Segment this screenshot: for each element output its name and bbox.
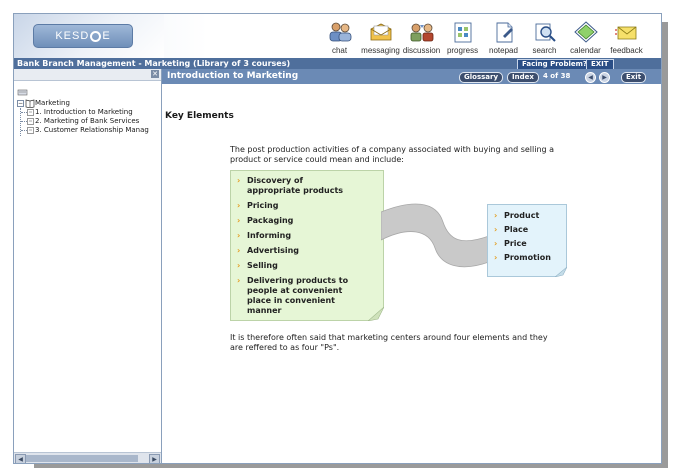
lesson-title: Introduction to Marketing bbox=[167, 71, 299, 81]
close-panel-icon[interactable]: ✕ bbox=[151, 70, 159, 78]
bullet-arrow-icon: › bbox=[237, 276, 241, 285]
scroll-left-arrow-icon[interactable]: ◀ bbox=[15, 454, 26, 463]
list-item-text: Discovery of bbox=[247, 176, 303, 185]
list-item-text: people at convenient bbox=[247, 286, 343, 295]
intro-paragraph: The post production activities of a comp… bbox=[230, 145, 554, 165]
bullet-arrow-icon: › bbox=[494, 239, 498, 248]
chat-label: chat bbox=[331, 46, 348, 55]
page-icon bbox=[27, 109, 34, 116]
flow-connector bbox=[381, 203, 489, 268]
feedback-button[interactable]: feedback bbox=[606, 14, 647, 58]
list-item-text: Advertising bbox=[247, 246, 299, 255]
feedback-icon bbox=[614, 26, 636, 40]
list-item-text: Informing bbox=[247, 231, 292, 240]
intro-line: product or service could mean and includ… bbox=[230, 155, 404, 164]
section-heading: Key Elements bbox=[165, 111, 234, 121]
tree-item-label: 1. Introduction to Marketing bbox=[35, 108, 133, 116]
search-label: search bbox=[532, 46, 557, 55]
page-indicator: 4 of 38 bbox=[543, 72, 571, 80]
conclusion-line: It is therefore often said that marketin… bbox=[230, 333, 548, 342]
previous-page-icon[interactable]: ◀ bbox=[585, 72, 596, 83]
feedback-label: feedback bbox=[610, 46, 643, 55]
page-curl-icon bbox=[368, 307, 384, 321]
bullet-arrow-icon: › bbox=[494, 253, 498, 262]
messaging-button[interactable]: messaging bbox=[360, 14, 401, 58]
list-item-text: Promotion bbox=[504, 253, 551, 262]
list-item-text: Price bbox=[504, 239, 527, 248]
tree-item-label: 3. Customer Relationship Manag bbox=[35, 126, 149, 134]
logo-area: KESD E bbox=[14, 14, 164, 58]
tree-item-label: 2. Marketing of Bank Services bbox=[35, 117, 140, 125]
list-item-text: Delivering products to bbox=[247, 276, 349, 285]
bullet-arrow-icon: › bbox=[494, 211, 498, 220]
glossary-button[interactable]: Glossary bbox=[459, 72, 504, 83]
list-item-text: Product bbox=[504, 211, 540, 220]
calendar-label: calendar bbox=[570, 46, 601, 55]
conclusion-paragraph: It is therefore often said that marketin… bbox=[230, 333, 548, 353]
content-exit-button[interactable]: Exit bbox=[621, 72, 647, 83]
scroll-right-arrow-icon[interactable]: ▶ bbox=[149, 454, 160, 463]
four-ps-note: › Product › Place › Price › Promotion bbox=[487, 204, 567, 277]
discussion-label: discussion bbox=[402, 46, 441, 55]
bullet-arrow-icon: › bbox=[494, 225, 498, 234]
progress-icon bbox=[454, 22, 471, 43]
tree-panel-header: ✕ bbox=[14, 69, 161, 81]
list-item-text: place in convenient bbox=[247, 296, 335, 305]
notepad-icon bbox=[496, 22, 513, 43]
intro-line: The post production activities of a comp… bbox=[230, 145, 555, 154]
messaging-label: messaging bbox=[361, 46, 400, 55]
course-window: KESD E chat messaging discussion progress… bbox=[13, 13, 662, 464]
notepad-button[interactable]: notepad bbox=[483, 14, 524, 58]
scroll-thumb[interactable] bbox=[26, 455, 138, 462]
messaging-icon bbox=[370, 23, 391, 41]
tree-root-label: Marketing bbox=[35, 99, 70, 107]
list-item-text: appropriate products bbox=[247, 186, 344, 195]
header: KESD E chat messaging discussion progress… bbox=[14, 14, 661, 58]
bullet-arrow-icon: › bbox=[237, 216, 241, 225]
search-button[interactable]: search bbox=[524, 14, 565, 58]
tree-root-icon bbox=[17, 89, 28, 96]
course-title: Bank Branch Management - Marketing (Libr… bbox=[17, 59, 291, 68]
discussion-button[interactable]: discussion bbox=[401, 14, 442, 58]
progress-button[interactable]: progress bbox=[442, 14, 483, 58]
notepad-label: notepad bbox=[489, 46, 518, 55]
toolbar: chat messaging discussion progress notep… bbox=[319, 14, 647, 58]
next-page-icon[interactable]: ▶ bbox=[599, 72, 610, 83]
chat-icon bbox=[329, 22, 351, 42]
bullet-arrow-icon: › bbox=[237, 246, 241, 255]
page-curl-icon bbox=[555, 267, 567, 277]
course-bar: Bank Branch Management - Marketing (Libr… bbox=[14, 58, 661, 70]
bullet-arrow-icon: › bbox=[237, 231, 241, 240]
book-icon bbox=[25, 99, 35, 108]
chat-button[interactable]: chat bbox=[319, 14, 360, 58]
list-item-text: Place bbox=[504, 225, 529, 234]
list-item-text: Packaging bbox=[247, 216, 294, 225]
collapse-toggle-icon[interactable]: − bbox=[17, 100, 24, 107]
progress-label: progress bbox=[446, 46, 479, 55]
search-icon bbox=[535, 23, 556, 42]
activities-note: › Discovery of appropriate products › Prici… bbox=[230, 170, 384, 321]
index-button[interactable]: Index bbox=[507, 72, 539, 83]
list-item-text: Pricing bbox=[247, 201, 279, 210]
page-icon bbox=[27, 118, 34, 125]
list-item-text: manner bbox=[247, 306, 282, 315]
list-item-text: Selling bbox=[247, 261, 278, 270]
conclusion-line: are reffered to as four "Ps". bbox=[230, 343, 340, 352]
tree-horizontal-scrollbar[interactable]: ◀ ▶ bbox=[14, 452, 161, 463]
lesson-content: Introduction to Marketing Glossary Index… bbox=[162, 69, 661, 463]
bullet-arrow-icon: › bbox=[237, 176, 241, 185]
course-tree-panel: ✕ − Marketing 1. Introduction to Marketi… bbox=[14, 69, 162, 463]
page-icon bbox=[27, 127, 34, 134]
lesson-title-bar: Introduction to Marketing Glossary Index… bbox=[162, 69, 661, 84]
bullet-arrow-icon: › bbox=[237, 201, 241, 210]
calendar-icon bbox=[573, 21, 598, 43]
discussion-icon bbox=[410, 23, 433, 42]
kesdee-logo: KESD E bbox=[33, 24, 133, 48]
bullet-arrow-icon: › bbox=[237, 261, 241, 270]
calendar-button[interactable]: calendar bbox=[565, 14, 606, 58]
